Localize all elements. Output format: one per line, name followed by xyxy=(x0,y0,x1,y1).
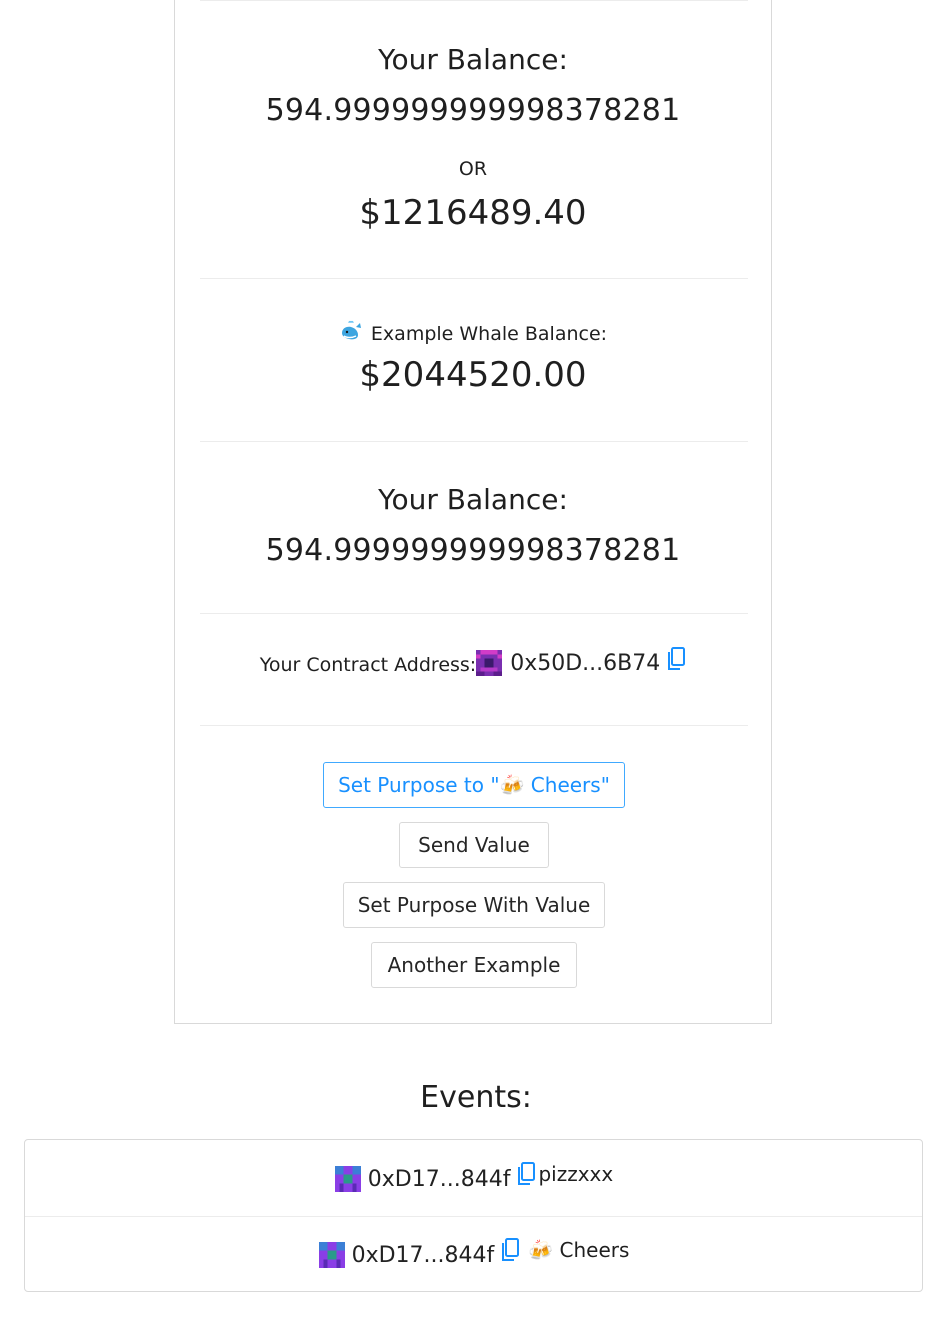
event-address[interactable]: 0xD17...844f xyxy=(352,1243,495,1268)
divider xyxy=(200,441,748,442)
list-item: 0xD17...844f pizzxxx xyxy=(25,1162,922,1192)
balance-title-2: Your Balance: xyxy=(378,483,568,516)
event-address[interactable]: 0xD17...844f xyxy=(368,1167,511,1192)
events-list: 0xD17...844f pizzxxx 0xD17...844f 🍻 Chee… xyxy=(24,1139,923,1292)
divider xyxy=(200,725,748,726)
set-purpose-with-value-button[interactable]: Set Purpose With Value xyxy=(343,882,605,928)
balance-title: Your Balance: xyxy=(378,43,568,76)
list-item: 0xD17...844f 🍻 Cheers xyxy=(25,1238,922,1268)
whale-balance-label: Example Whale Balance: xyxy=(370,322,608,345)
balance-value: 594.999999999998378281 xyxy=(265,93,681,128)
address-avatar xyxy=(318,1242,345,1268)
copy-icon[interactable] xyxy=(516,1162,536,1192)
divider xyxy=(25,1216,922,1217)
events-title: Events: xyxy=(420,1080,532,1115)
whale-balance-label-row: Example Whale Balance: xyxy=(175,319,771,348)
balance-value-2: 594.999999999998378281 xyxy=(265,533,681,568)
event-message: pizzxxx xyxy=(538,1162,614,1186)
contract-card: Your Balance: 594.999999999998378281 OR … xyxy=(174,0,772,1024)
contract-address-label: Your Contract Address: xyxy=(259,654,477,676)
divider xyxy=(200,613,748,614)
contract-address[interactable]: 0x50D...6B74 xyxy=(510,651,660,676)
address-avatar xyxy=(476,650,503,676)
usd-balance-value: $1216489.40 xyxy=(359,193,587,233)
divider xyxy=(200,278,748,279)
whale-icon xyxy=(339,319,363,348)
another-example-button[interactable]: Another Example xyxy=(371,942,577,988)
copy-icon[interactable] xyxy=(666,647,686,676)
copy-icon[interactable] xyxy=(500,1238,520,1268)
send-value-button[interactable]: Send Value xyxy=(399,822,549,868)
address-avatar xyxy=(334,1166,361,1192)
whale-balance-value: $2044520.00 xyxy=(359,355,587,395)
set-purpose-cheers-button[interactable]: Set Purpose to "🍻 Cheers" xyxy=(323,762,625,808)
divider xyxy=(200,0,748,1)
event-message: 🍻 Cheers xyxy=(528,1238,630,1262)
contract-address-row: Your Contract Address: 0x50D...6B74 xyxy=(175,647,771,676)
or-label: OR xyxy=(458,158,488,180)
